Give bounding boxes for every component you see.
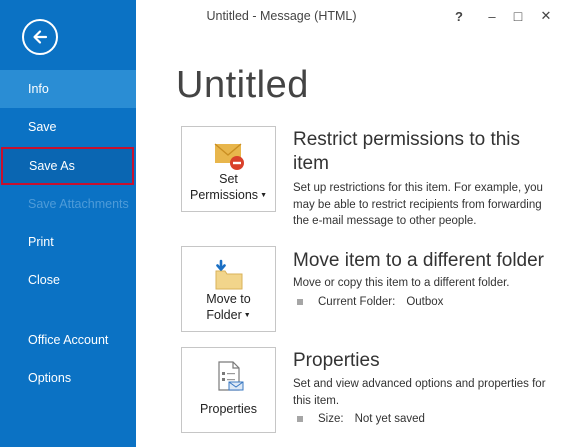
size-row: Size: Not yet saved [297,413,425,425]
nav-item-info[interactable]: Info [0,70,136,108]
chevron-down-icon: ▼ [260,192,267,199]
close-button[interactable]: ✕ [535,6,557,26]
move-to-folder-label-line1: Move to [206,292,251,306]
chevron-down-icon: ▼ [243,312,251,319]
set-permissions-label-line2: Permissions ▼ [182,187,275,204]
nav-item-print[interactable]: Print [0,223,136,261]
back-arrow-icon [33,30,48,44]
move-item-description: Move or copy this item to a different fo… [293,277,510,289]
nav-item-save-attachments: Save Attachments [28,197,129,211]
move-to-folder-label-text: Folder [206,308,242,322]
bullet-icon [297,299,303,305]
nav-item-options[interactable]: Options [0,359,136,397]
nav-item-save-as[interactable]: Save As [1,147,134,185]
window-title: Untitled - Message (HTML) [206,9,357,23]
minimize-button[interactable]: – [481,6,503,26]
properties-button[interactable]: Properties [181,347,276,433]
current-folder-row: Current Folder: Outbox [297,296,443,308]
nav-item-save[interactable]: Save [0,108,136,146]
size-label: Size: [318,413,344,425]
current-folder-value: Outbox [406,296,444,308]
title-bar: Untitled - Message (HTML) ? – □ ✕ [136,0,563,34]
restrict-permissions-description: Set up restrictions for this item. For e… [293,182,543,227]
properties-document-icon [218,361,244,391]
restrict-permissions-title: Restrict permissions to this item [293,129,521,174]
properties-title: Properties [293,350,380,371]
nav-item-close[interactable]: Close [0,261,136,299]
set-permissions-label-text: Permissions [189,188,259,202]
set-permissions-label-line1: Set [219,172,238,186]
move-to-folder-icon [215,259,243,290]
maximize-button[interactable]: □ [507,6,529,26]
set-permissions-button[interactable]: Set Permissions ▼ [181,126,276,212]
help-button[interactable]: ? [448,6,470,26]
page-title: Untitled [176,64,309,106]
bullet-icon [297,416,303,422]
move-item-title: Move item to a different folder [293,250,544,271]
properties-description: Set and view advanced options and proper… [293,378,546,407]
size-value: Not yet saved [354,413,425,425]
backstage-nav: Info Save Save As Save Attachments Print… [0,0,136,447]
back-button[interactable] [22,19,58,55]
move-to-folder-button[interactable]: Move to Folder ▼ [181,246,276,332]
current-folder-label: Current Folder: [318,296,396,308]
envelope-restricted-icon [214,143,244,170]
move-to-folder-label-line2: Folder ▼ [182,307,275,324]
nav-item-office-account[interactable]: Office Account [0,321,136,359]
properties-label: Properties [200,402,257,416]
